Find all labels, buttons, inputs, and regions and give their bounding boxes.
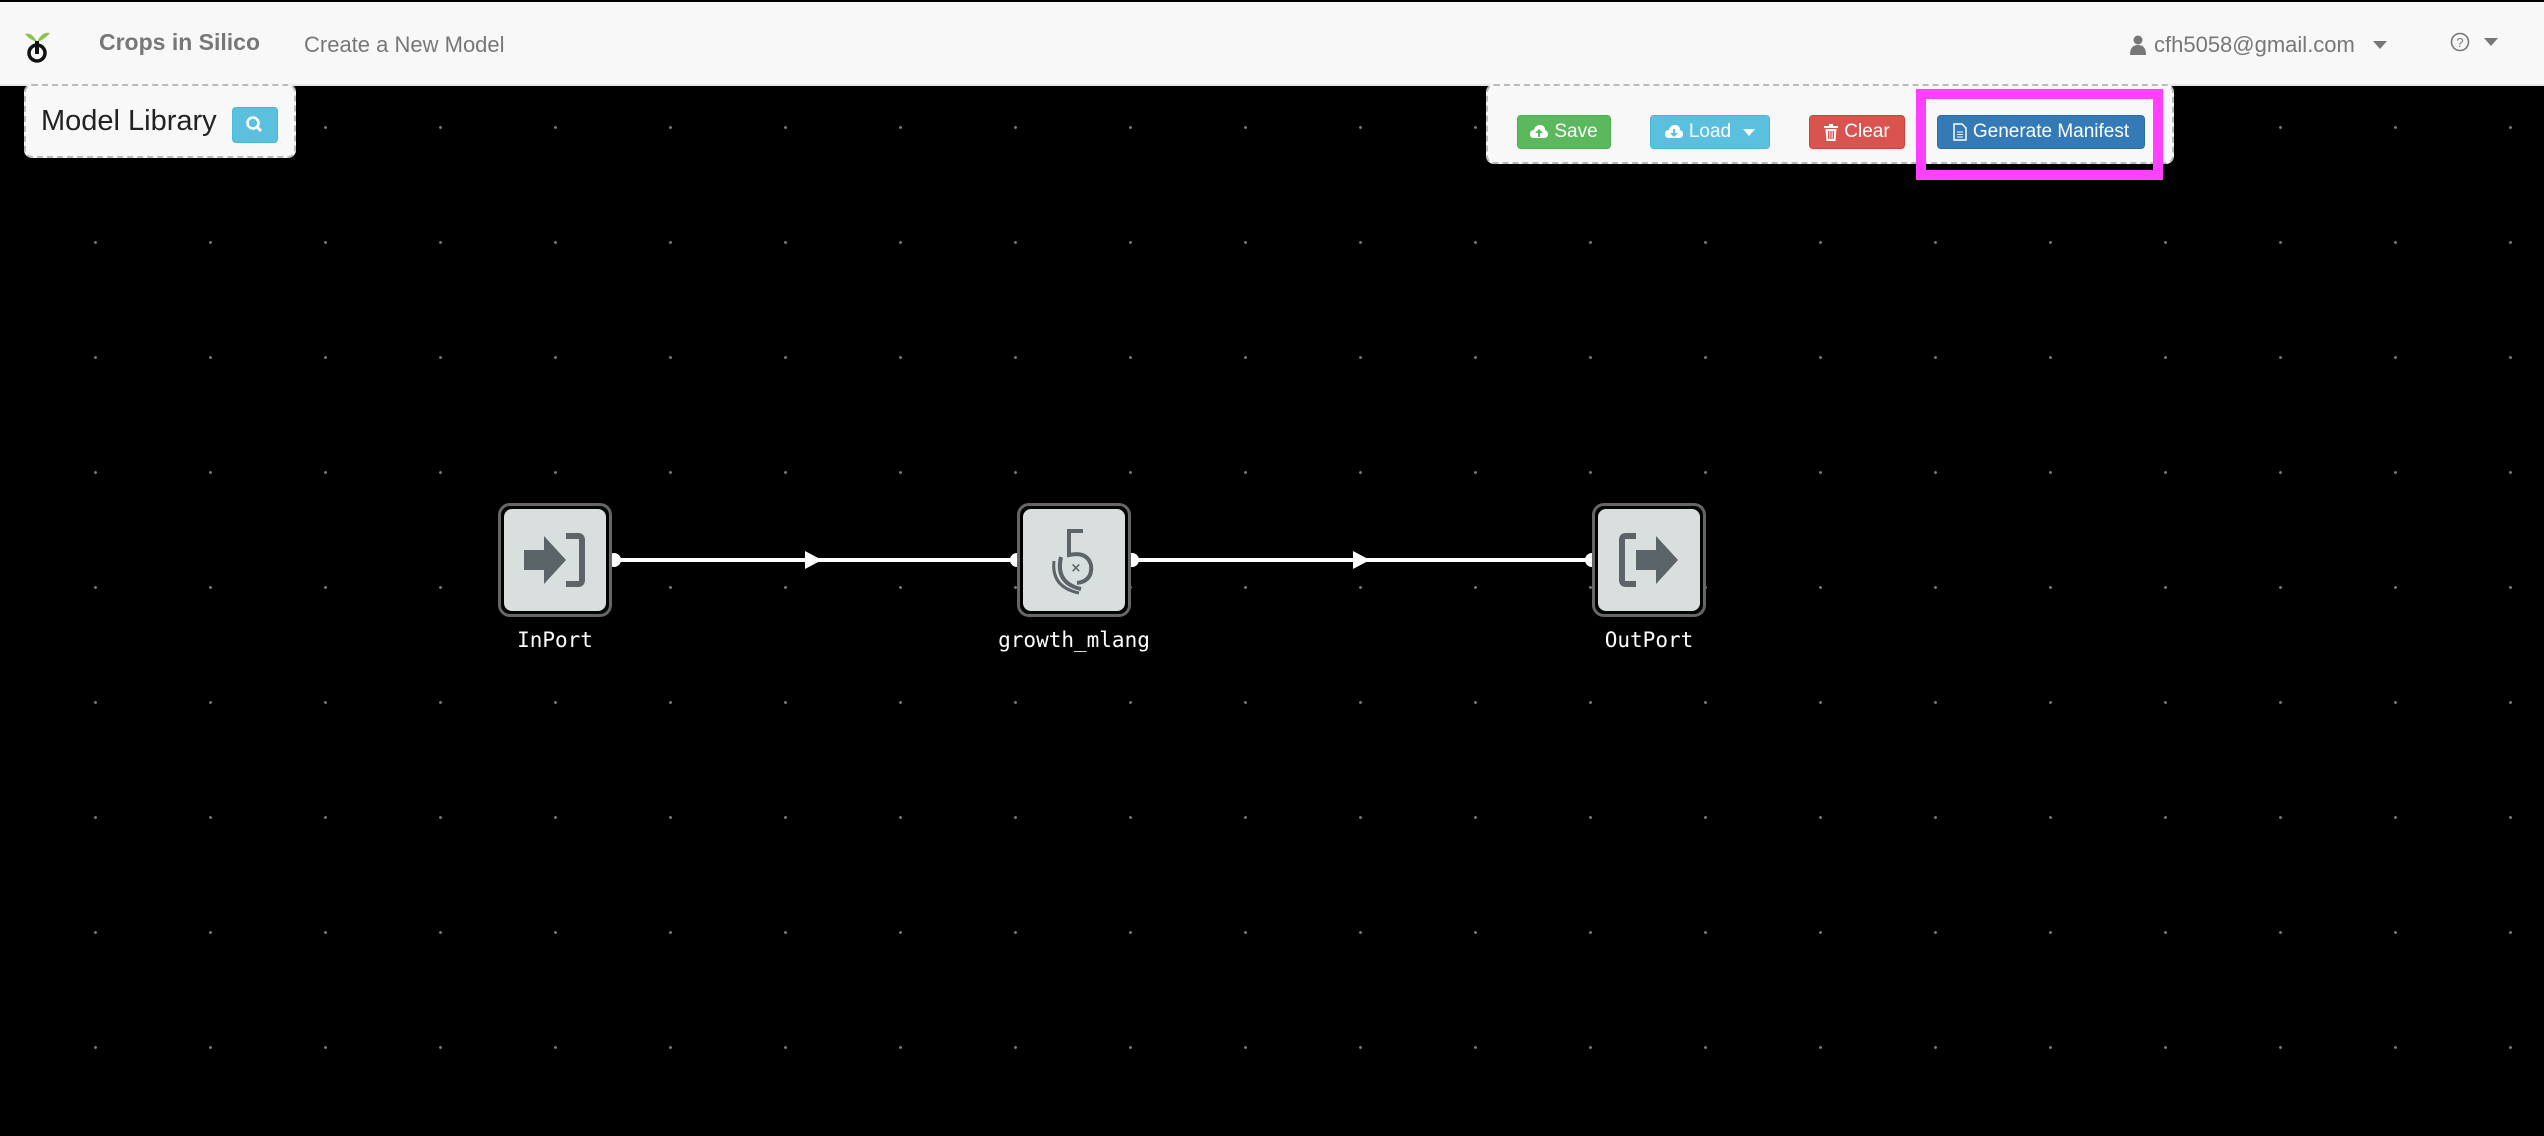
edge-arrow-icon bbox=[805, 551, 822, 569]
svg-text:×: × bbox=[1071, 561, 1082, 576]
node-outport[interactable] bbox=[1592, 503, 1706, 617]
graph-edges bbox=[607, 551, 1599, 569]
node-growth-mlang[interactable]: × bbox=[1017, 503, 1131, 617]
node-label-outport: OutPort bbox=[1604, 628, 1694, 652]
sign-out-icon bbox=[1619, 533, 1678, 587]
sign-in-icon bbox=[524, 533, 585, 587]
node-inport[interactable] bbox=[498, 503, 612, 617]
edge-inport-growth[interactable] bbox=[607, 551, 1024, 569]
model-5-icon: × bbox=[1052, 529, 1094, 595]
edge-arrow-icon bbox=[1353, 551, 1370, 569]
edge-growth-outport[interactable] bbox=[1125, 551, 1599, 569]
node-label-growth-mlang: growth_mlang bbox=[998, 628, 1150, 652]
node-label-inport: InPort bbox=[517, 628, 593, 652]
